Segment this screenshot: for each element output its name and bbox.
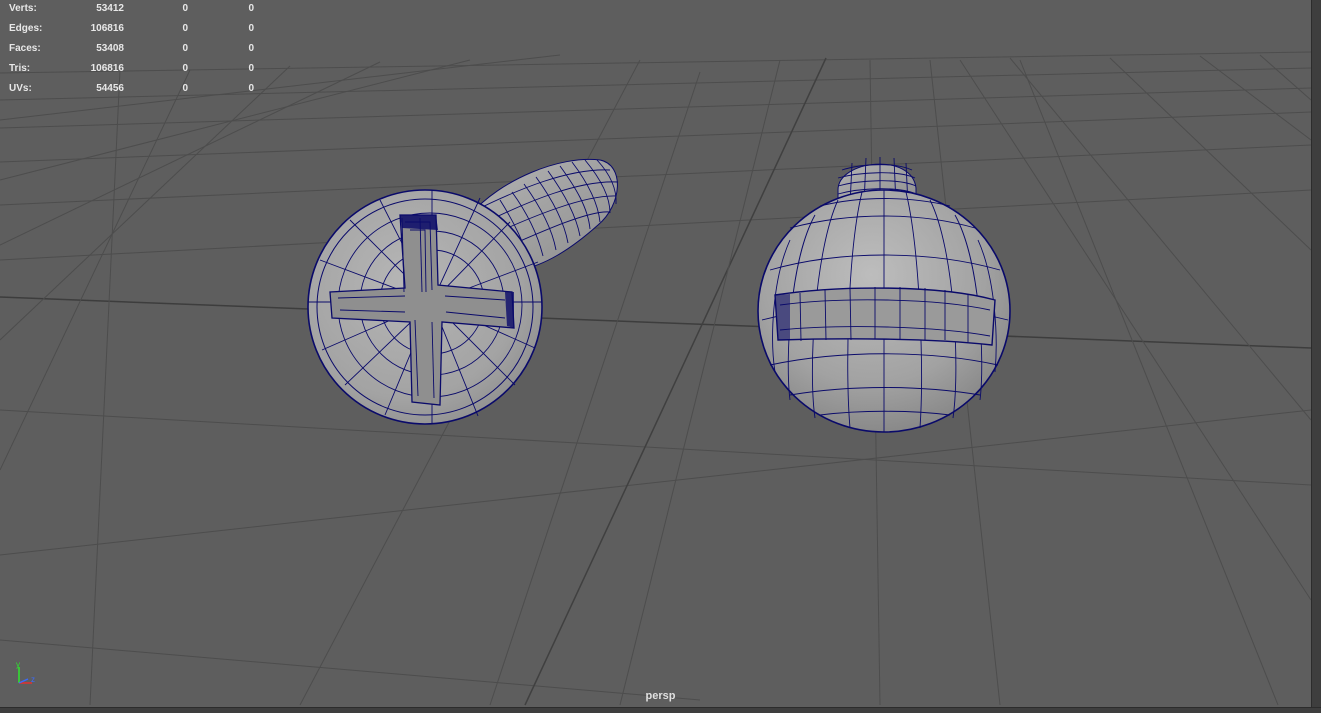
scene-canvas[interactable] <box>0 0 1321 713</box>
hud-value: 0 <box>248 63 254 74</box>
hud-row-faces: Faces: 53408 0 0 <box>0 40 270 60</box>
hud-label: Faces: <box>9 43 41 54</box>
hud-label: Edges: <box>9 23 43 34</box>
slotted-screw[interactable] <box>757 157 1011 433</box>
perspective-viewport[interactable]: Verts: 53412 0 0 Edges: 106816 0 0 Faces… <box>0 0 1321 713</box>
hud-value: 54456 <box>96 83 124 94</box>
hud-value: 0 <box>182 83 188 94</box>
hud-value: 0 <box>182 23 188 34</box>
phillips-screw[interactable] <box>307 158 619 425</box>
ground-grid <box>0 51 1312 706</box>
axis-z-label: z <box>31 675 35 684</box>
hud-value: 106816 <box>90 23 124 34</box>
hud-value: 0 <box>182 63 188 74</box>
hud-row-edges: Edges: 106816 0 0 <box>0 20 270 40</box>
hud-value: 0 <box>248 3 254 14</box>
axis-gizmo-icon: y z <box>16 660 35 684</box>
hud-label: Verts: <box>9 3 37 14</box>
hud-label: UVs: <box>9 83 32 94</box>
viewport-right-frame <box>1311 0 1321 713</box>
hud-value: 53412 <box>96 3 124 14</box>
hud-row-tris: Tris: 106816 0 0 <box>0 60 270 80</box>
hud-value: 106816 <box>90 63 124 74</box>
hud-value: 0 <box>248 83 254 94</box>
viewport-bottom-frame <box>0 707 1321 713</box>
axis-y-label: y <box>16 660 20 669</box>
hud-row-uvs: UVs: 54456 0 0 <box>0 80 270 100</box>
hud-value: 53408 <box>96 43 124 54</box>
hud-value: 0 <box>182 3 188 14</box>
camera-name-label: persp <box>645 690 676 702</box>
hud-value: 0 <box>248 23 254 34</box>
hud-label: Tris: <box>9 63 31 74</box>
hud-row-verts: Verts: 53412 0 0 <box>0 0 270 20</box>
hud-value: 0 <box>248 43 254 54</box>
hud-value: 0 <box>182 43 188 54</box>
